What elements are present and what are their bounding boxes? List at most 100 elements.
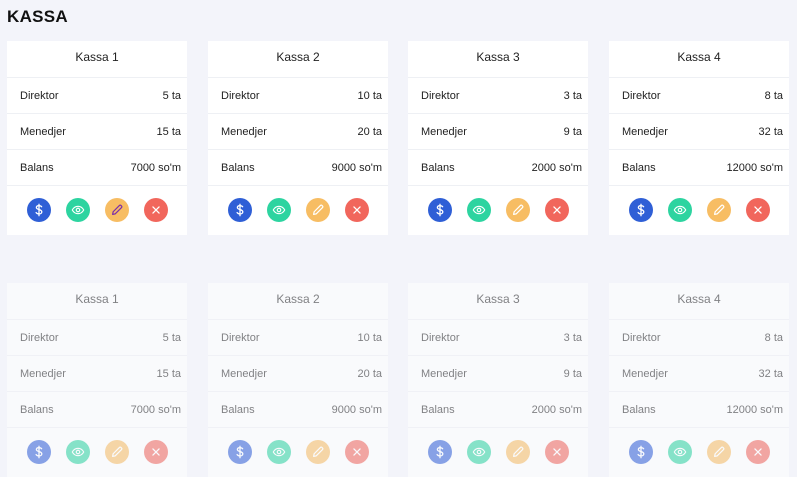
kassa-card: Kassa 1 Direktor 5 ta Menedjer 15 ta Balan…: [7, 41, 187, 235]
payment-button[interactable]: [227, 198, 252, 222]
card-actions: [208, 428, 388, 476]
pencil-icon: [512, 446, 523, 457]
card-actions: [7, 186, 187, 234]
manager-label: Menedjer: [20, 125, 66, 138]
dollar-icon: [235, 445, 243, 459]
view-button[interactable]: [466, 440, 491, 464]
delete-button[interactable]: [544, 440, 569, 464]
director-label: Direktor: [20, 331, 59, 344]
balance-row: Balans 2000 so'm: [408, 392, 588, 428]
eye-icon: [472, 205, 485, 215]
edit-button[interactable]: [706, 198, 731, 222]
card-actions: [208, 186, 388, 234]
card-actions: [609, 186, 789, 234]
edit-button[interactable]: [305, 440, 330, 464]
director-count: 5 ta: [162, 331, 181, 344]
view-button[interactable]: [65, 198, 90, 222]
edit-button[interactable]: [104, 440, 129, 464]
balance-label: Balans: [221, 161, 255, 174]
director-label: Direktor: [221, 331, 260, 344]
balance-label: Balans: [622, 161, 656, 174]
kassa-card: Kassa 2 Direktor 10 ta Menedjer 20 ta Bala…: [208, 283, 388, 477]
kassa-card: Kassa 1 Direktor 5 ta Menedjer 15 ta Balan…: [7, 283, 187, 477]
payment-button[interactable]: [26, 440, 51, 464]
balance-value: 9000 so'm: [331, 403, 382, 416]
edit-button[interactable]: [505, 440, 530, 464]
kassa-card: Kassa 4 Direktor 8 ta Menedjer 32 ta Balan…: [609, 41, 789, 235]
close-icon: [753, 448, 762, 456]
dollar-icon: [636, 203, 644, 217]
view-button[interactable]: [667, 198, 692, 222]
view-button[interactable]: [65, 440, 90, 464]
delete-button[interactable]: [143, 440, 168, 464]
delete-button[interactable]: [745, 440, 770, 464]
payment-button[interactable]: [427, 440, 452, 464]
edit-button[interactable]: [305, 198, 330, 222]
dollar-icon: [34, 445, 42, 459]
manager-label: Menedjer: [221, 125, 267, 138]
director-label: Direktor: [421, 331, 460, 344]
balance-label: Balans: [421, 161, 455, 174]
delete-button[interactable]: [544, 198, 569, 222]
pencil-icon: [312, 446, 323, 457]
balance-row: Balans 7000 so'm: [7, 392, 187, 428]
director-count: 8 ta: [764, 89, 783, 102]
balance-row: Balans 9000 so'm: [208, 150, 388, 186]
close-icon: [753, 206, 762, 214]
card-title: Kassa 3: [408, 41, 588, 78]
payment-button[interactable]: [628, 198, 653, 222]
director-row: Direktor 8 ta: [609, 320, 789, 356]
view-button[interactable]: [667, 440, 692, 464]
balance-value: 12000 so'm: [726, 403, 783, 416]
balance-label: Balans: [20, 161, 54, 174]
director-row: Direktor 3 ta: [408, 320, 588, 356]
director-count: 3 ta: [563, 331, 582, 344]
view-button[interactable]: [466, 198, 491, 222]
manager-count: 20 ta: [357, 125, 382, 138]
balance-label: Balans: [622, 403, 656, 416]
manager-row: Menedjer 20 ta: [208, 114, 388, 150]
delete-button[interactable]: [344, 198, 369, 222]
payment-button[interactable]: [227, 440, 252, 464]
manager-count: 32 ta: [758, 125, 783, 138]
payment-button[interactable]: [26, 198, 51, 222]
director-row: Direktor 5 ta: [7, 78, 187, 114]
manager-row: Menedjer 20 ta: [208, 356, 388, 392]
card-actions: [7, 428, 187, 476]
card-title: Kassa 3: [408, 283, 588, 320]
manager-count: 15 ta: [156, 125, 181, 138]
director-row: Direktor 5 ta: [7, 320, 187, 356]
card-title: Kassa 2: [208, 41, 388, 78]
balance-label: Balans: [20, 403, 54, 416]
director-count: 10 ta: [357, 89, 382, 102]
delete-button[interactable]: [745, 198, 770, 222]
edit-button[interactable]: [706, 440, 731, 464]
delete-button[interactable]: [344, 440, 369, 464]
director-count: 5 ta: [162, 89, 181, 102]
view-button[interactable]: [266, 198, 291, 222]
pencil-icon: [512, 204, 523, 215]
view-button[interactable]: [266, 440, 291, 464]
kassa-card: Kassa 4 Direktor 8 ta Menedjer 32 ta Balan…: [609, 283, 789, 477]
delete-button[interactable]: [143, 198, 168, 222]
close-icon: [151, 448, 160, 456]
balance-row: Balans 9000 so'm: [208, 392, 388, 428]
pencil-icon: [312, 204, 323, 215]
balance-row: Balans 7000 so'm: [7, 150, 187, 186]
kassa-card: Kassa 3 Direktor 3 ta Menedjer 9 ta Balans…: [408, 41, 588, 235]
director-row: Direktor 10 ta: [208, 78, 388, 114]
dollar-icon: [636, 445, 644, 459]
director-label: Direktor: [421, 89, 460, 102]
close-icon: [352, 206, 361, 214]
manager-row: Menedjer 15 ta: [7, 114, 187, 150]
manager-count: 20 ta: [357, 367, 382, 380]
edit-button[interactable]: [104, 198, 129, 222]
dollar-icon: [235, 203, 243, 217]
manager-label: Menedjer: [622, 125, 668, 138]
close-icon: [151, 206, 160, 214]
director-count: 3 ta: [563, 89, 582, 102]
edit-button[interactable]: [505, 198, 530, 222]
payment-button[interactable]: [628, 440, 653, 464]
payment-button[interactable]: [427, 198, 452, 222]
eye-icon: [272, 447, 285, 457]
